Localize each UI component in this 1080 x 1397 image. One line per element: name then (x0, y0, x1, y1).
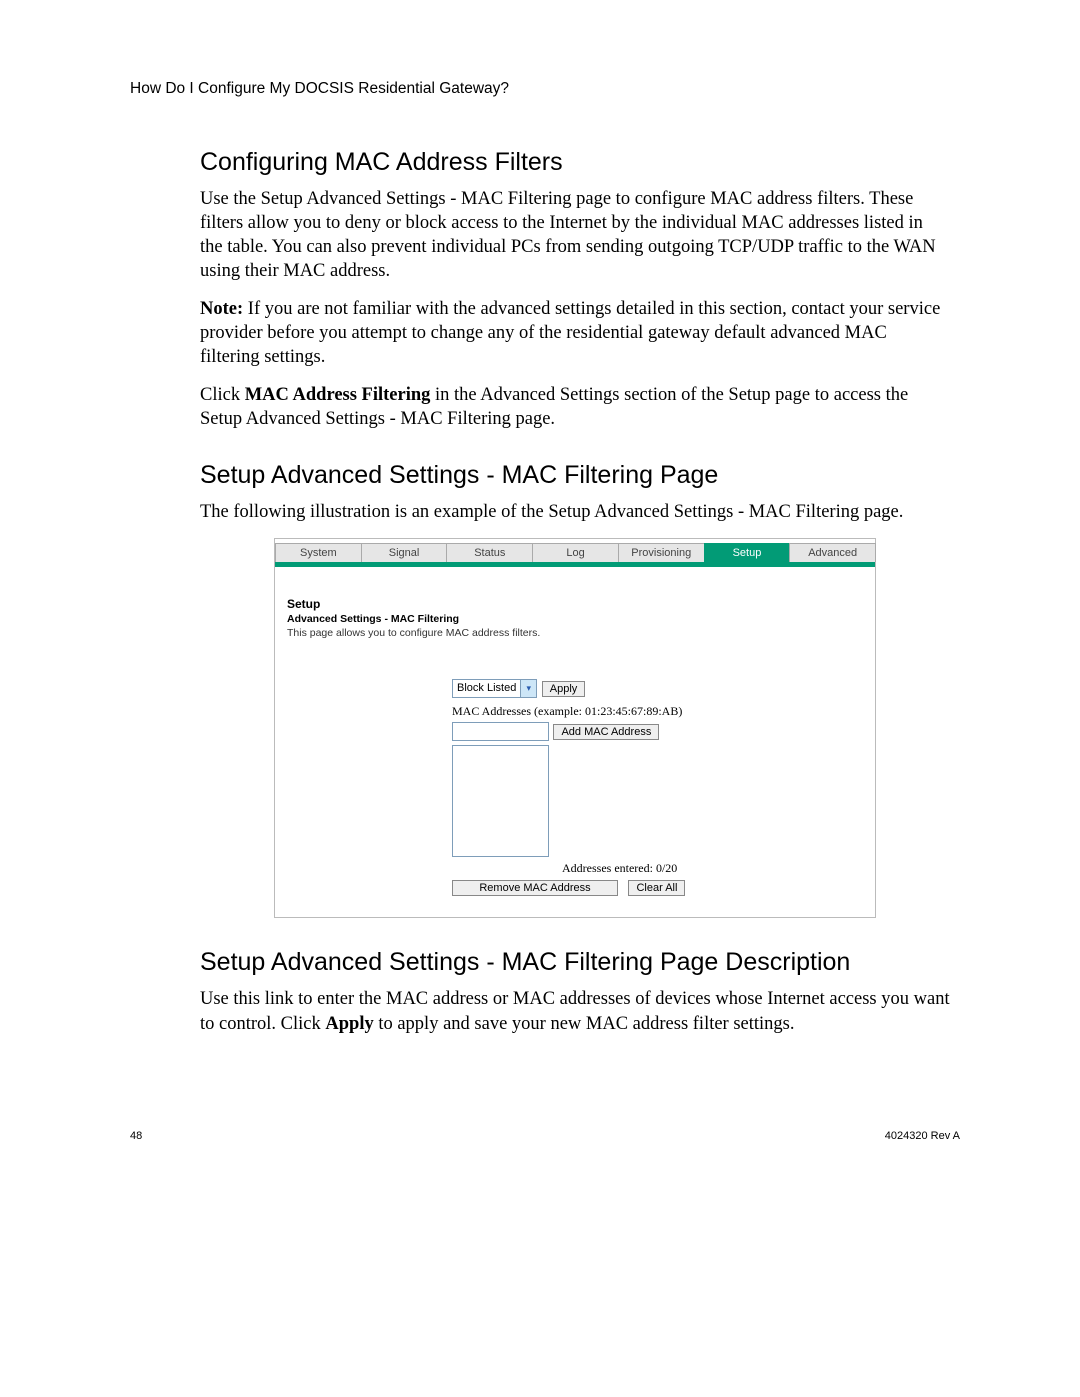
mac-address-input[interactable] (452, 722, 549, 741)
note-label: Note: (200, 299, 243, 319)
apply-button[interactable]: Apply (542, 681, 586, 697)
add-mac-button[interactable]: Add MAC Address (553, 724, 659, 740)
illustration-screenshot: System Signal Status Log Provisioning Se… (274, 538, 876, 918)
tab-log[interactable]: Log (532, 543, 619, 562)
desc-text-b: to apply and save your new MAC address f… (374, 1014, 795, 1034)
click-text-a: Click (200, 385, 245, 405)
para-description: Use this link to enter the MAC address o… (200, 987, 950, 1035)
tabs-row: System Signal Status Log Provisioning Se… (275, 539, 875, 562)
block-listed-select[interactable]: Block Listed▾ (452, 679, 537, 698)
tab-signal[interactable]: Signal (361, 543, 448, 562)
para-illustration: The following illustration is an example… (200, 500, 950, 524)
tab-setup[interactable]: Setup (704, 543, 791, 562)
tab-status[interactable]: Status (446, 543, 533, 562)
heading-mac-filtering-page: Setup Advanced Settings - MAC Filtering … (200, 461, 950, 490)
tab-provisioning[interactable]: Provisioning (618, 543, 705, 562)
desc-text-bold: Apply (325, 1014, 373, 1034)
page-header: How Do I Configure My DOCSIS Residential… (130, 80, 960, 98)
tab-system[interactable]: System (275, 543, 362, 562)
clear-all-button[interactable]: Clear All (628, 880, 685, 896)
tab-advanced[interactable]: Advanced (789, 543, 876, 562)
chevron-down-icon: ▾ (520, 680, 536, 697)
ss-section-title: Setup (287, 597, 875, 611)
ss-subsection-title: Advanced Settings - MAC Filtering (287, 613, 875, 625)
mac-addresses-label: MAC Addresses (example: 01:23:45:67:89:A… (452, 704, 875, 719)
para-click: Click MAC Address Filtering in the Advan… (200, 383, 950, 431)
page-number: 48 (130, 1130, 142, 1142)
mac-address-listbox[interactable] (452, 745, 549, 857)
note-text: If you are not familiar with the advance… (200, 299, 940, 367)
heading-description: Setup Advanced Settings - MAC Filtering … (200, 948, 950, 977)
para-intro: Use the Setup Advanced Settings - MAC Fi… (200, 187, 950, 283)
doc-id: 4024320 Rev A (885, 1130, 960, 1142)
remove-mac-button[interactable]: Remove MAC Address (452, 880, 618, 896)
addresses-entered-text: Addresses entered: 0/20 (562, 861, 875, 876)
click-text-bold: MAC Address Filtering (245, 385, 431, 405)
heading-configuring-mac: Configuring MAC Address Filters (200, 148, 950, 177)
para-note: Note: If you are not familiar with the a… (200, 297, 950, 369)
ss-description: This page allows you to configure MAC ad… (287, 627, 875, 639)
select-value: Block Listed (453, 682, 520, 694)
